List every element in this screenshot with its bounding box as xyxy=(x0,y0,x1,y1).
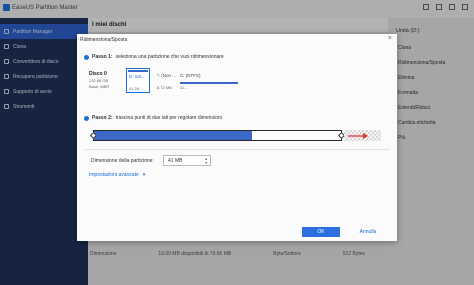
step-dot-icon xyxy=(84,54,89,60)
step1-text: seleziona una partizione che vuoi ridime… xyxy=(115,54,224,60)
used-space-fill xyxy=(94,131,253,140)
step1-prefix: Passo 1: xyxy=(92,54,113,60)
disk-info: Disco 0 232.88 GB Base, MBR xyxy=(89,71,109,89)
step2-line: Passo 2: trascina punti di due lati per … xyxy=(84,115,222,121)
chevron-down-icon: ▾ xyxy=(142,172,146,178)
partition-size: 41.28 ... xyxy=(129,86,144,91)
partition-c[interactable]: C: (NTFS) 22... xyxy=(180,68,280,93)
partition-label: C: (NTFS) xyxy=(180,73,201,78)
partition-label: *: (Non ... xyxy=(157,73,177,78)
step2-text: trascina punti di due lati per regolare … xyxy=(115,115,222,121)
disk-type: Base, MBR xyxy=(89,84,110,89)
cancel-button[interactable]: Annulla xyxy=(348,227,388,237)
resize-move-dialog: Ridimensiona/Sposta × Passo 1: seleziona… xyxy=(77,34,397,241)
usage-bar xyxy=(128,70,148,72)
step2-prefix: Passo 2: xyxy=(92,115,113,121)
partition-size: 22... xyxy=(180,85,188,90)
ok-button[interactable]: OK xyxy=(302,227,340,237)
divider xyxy=(84,149,390,150)
disk-name: Disco 0 xyxy=(89,71,107,77)
dialog-title: Ridimensiona/Sposta xyxy=(80,37,128,43)
disk-size: 232.88 GB xyxy=(89,78,109,83)
partition-size-label: Dimensione della partizione: xyxy=(91,158,154,164)
arrow-right-icon xyxy=(348,133,368,139)
spin-arrows-icon[interactable]: ▲ ▼ xyxy=(205,157,208,165)
resize-slider[interactable] xyxy=(89,130,346,141)
close-icon[interactable]: × xyxy=(388,35,392,42)
partition-unallocated[interactable]: *: (Non ... 8.72 MB xyxy=(157,68,177,93)
usage-bar xyxy=(180,82,238,84)
partition-label: D: sist... xyxy=(129,74,146,79)
advanced-settings-toggle[interactable]: Impostazioni avanzate ▾ xyxy=(89,172,145,178)
partition-size-value: 41 MB xyxy=(168,158,183,164)
partition-size-stepper[interactable]: 41 MB ▲ ▼ xyxy=(163,155,211,166)
step-dot-icon xyxy=(84,115,89,121)
partition-d[interactable]: D: sist... 41.28 ... xyxy=(126,68,150,93)
partition-size: 8.72 MB xyxy=(157,85,172,90)
advanced-settings-label: Impostazioni avanzate xyxy=(89,172,139,178)
step1-line: Passo 1: seleziona una partizione che vu… xyxy=(84,54,224,60)
